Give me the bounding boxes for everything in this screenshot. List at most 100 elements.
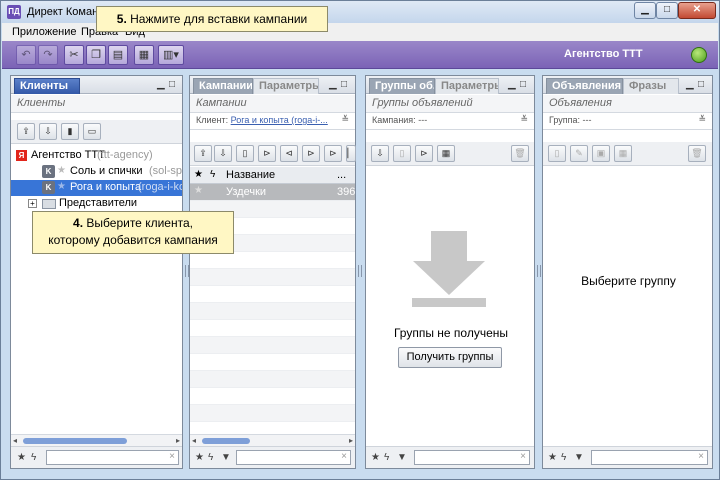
column-extra[interactable]: ... bbox=[337, 169, 346, 181]
table-ad-button[interactable]: ▦ bbox=[614, 145, 632, 162]
delete-ad-button[interactable]: 🗑 bbox=[688, 145, 706, 162]
pane-minimize-icon[interactable]: ▁ bbox=[329, 79, 337, 90]
client-filter-row[interactable]: Клиент: Рога и копыта (roga-i-... ≚ bbox=[190, 113, 355, 130]
lightning-filter-icon[interactable]: ϟ bbox=[561, 452, 566, 463]
tree-folder-row[interactable]: + Представители bbox=[11, 196, 182, 212]
star-filter-icon[interactable]: ★ bbox=[371, 452, 380, 463]
star-icon[interactable]: ★ bbox=[57, 181, 66, 192]
cut-button[interactable]: ✂ bbox=[64, 45, 84, 65]
money-button[interactable]: ▭ bbox=[83, 123, 101, 140]
document-icon: ▯ bbox=[242, 148, 248, 158]
clear-icon[interactable]: × bbox=[341, 451, 347, 462]
new-campaign-button[interactable]: ▯ bbox=[236, 145, 254, 162]
archive-campaign-button[interactable]: ⊳ bbox=[302, 145, 320, 162]
tree-client-row[interactable]: K ★ Соль и спички (sol-spichki) bbox=[11, 164, 182, 180]
download-group-button[interactable]: ⇩ bbox=[371, 145, 389, 162]
star-filter-icon[interactable]: ★ bbox=[17, 452, 26, 463]
ads-search-input[interactable]: × bbox=[591, 450, 708, 465]
minimize-button[interactable]: ▁ bbox=[634, 2, 656, 19]
scroll-left-icon[interactable]: ◂ bbox=[13, 436, 17, 445]
clear-icon[interactable]: × bbox=[169, 451, 175, 462]
get-groups-button[interactable]: Получить группы bbox=[398, 347, 502, 368]
star-filter-icon[interactable]: ★ bbox=[195, 452, 204, 463]
upload-client-button[interactable]: ⇪ bbox=[17, 123, 35, 140]
new-group-button[interactable]: ▯ bbox=[393, 145, 411, 162]
pane-maximize-icon[interactable]: □ bbox=[169, 79, 175, 90]
splitter[interactable] bbox=[356, 75, 362, 469]
group-filter-row[interactable]: Группа: --- ≚ bbox=[543, 113, 712, 130]
unarchive-campaign-button[interactable]: ⊳ bbox=[324, 145, 342, 162]
download-client-button[interactable]: ⇩ bbox=[39, 123, 57, 140]
pane-maximize-icon[interactable]: □ bbox=[341, 79, 347, 90]
collapse-icon[interactable]: ≚ bbox=[341, 114, 349, 125]
pane-minimize-icon[interactable]: ▁ bbox=[157, 79, 165, 90]
stats-button[interactable]: ▮ bbox=[61, 123, 79, 140]
funnel-filter-icon[interactable]: ▼ bbox=[574, 452, 584, 463]
campaigns-hscroll[interactable]: ◂ ▸ bbox=[190, 434, 355, 446]
scroll-left-icon[interactable]: ◂ bbox=[192, 436, 196, 445]
more-button[interactable]: ▏ bbox=[346, 145, 356, 162]
lightning-filter-icon[interactable]: ϟ bbox=[208, 452, 213, 463]
tree-client-row-selected[interactable]: K ★ Рога и копыта (roga-i-kopyta) bbox=[11, 180, 182, 196]
clients-hscroll[interactable]: ◂ ▸ bbox=[11, 434, 182, 446]
tree-agency-row[interactable]: Я Агентство ТТТ (ttt-agency) bbox=[11, 148, 182, 164]
stop-campaign-button[interactable]: ⊲ bbox=[280, 145, 298, 162]
copy-button[interactable]: ❐ bbox=[86, 45, 106, 65]
pane-maximize-icon[interactable]: □ bbox=[520, 79, 526, 90]
table-group-button[interactable]: ▦ bbox=[437, 145, 455, 162]
table-row[interactable]: ★ Уздечки 396 bbox=[190, 184, 355, 201]
tab-parameters[interactable]: Параметры bbox=[435, 78, 499, 94]
close-button[interactable]: ✕ bbox=[678, 2, 716, 19]
clear-icon[interactable]: × bbox=[520, 451, 526, 462]
play-group-button[interactable]: ⊳ bbox=[415, 145, 433, 162]
clear-icon[interactable]: × bbox=[698, 451, 704, 462]
collapse-icon[interactable]: ≚ bbox=[520, 114, 528, 125]
scroll-thumb[interactable] bbox=[202, 438, 250, 444]
groups-search-input[interactable]: × bbox=[414, 450, 530, 465]
tab-campaigns[interactable]: Кампании bbox=[193, 78, 253, 94]
lightning-column-icon[interactable]: ϟ bbox=[210, 169, 215, 180]
filter-value[interactable]: Рога и копыта (roga-i-... bbox=[231, 115, 328, 125]
redo-button[interactable]: ↷ bbox=[38, 45, 58, 65]
scroll-right-icon[interactable]: ▸ bbox=[176, 436, 180, 445]
tab-ads[interactable]: Объявления bbox=[546, 78, 623, 94]
star-icon[interactable]: ★ bbox=[57, 165, 66, 176]
pane-minimize-icon[interactable]: ▁ bbox=[686, 79, 694, 90]
upload-campaign-button[interactable]: ⇪ bbox=[194, 145, 212, 162]
delete-group-button[interactable]: 🗑 bbox=[511, 145, 529, 162]
lightning-filter-icon[interactable]: ϟ bbox=[384, 452, 389, 463]
pane-minimize-icon[interactable]: ▁ bbox=[508, 79, 516, 90]
tab-parameters[interactable]: Параметры bbox=[253, 78, 319, 94]
pane-maximize-icon[interactable]: □ bbox=[698, 79, 704, 90]
star-filter-icon[interactable]: ★ bbox=[548, 452, 557, 463]
star-column-icon[interactable]: ★ bbox=[194, 169, 203, 180]
campaigns-search-input[interactable]: × bbox=[236, 450, 351, 465]
clients-search-input[interactable]: × bbox=[46, 450, 179, 465]
scroll-thumb[interactable] bbox=[23, 438, 127, 444]
splitter[interactable] bbox=[535, 75, 541, 469]
layout-dropdown-button[interactable]: ▥▾ bbox=[158, 45, 184, 65]
star-icon[interactable]: ★ bbox=[194, 185, 203, 196]
funnel-filter-icon[interactable]: ▼ bbox=[221, 452, 231, 463]
start-campaign-button[interactable]: ⊳ bbox=[258, 145, 276, 162]
image-ad-button[interactable]: ▣ bbox=[592, 145, 610, 162]
maximize-button[interactable]: □ bbox=[656, 2, 678, 19]
collapse-icon[interactable]: ≚ bbox=[698, 114, 706, 125]
tab-phrases[interactable]: Фразы bbox=[623, 78, 679, 94]
lightning-filter-icon[interactable]: ϟ bbox=[31, 452, 36, 463]
tab-clients[interactable]: Клиенты bbox=[14, 78, 80, 94]
menu-application[interactable]: Приложение bbox=[12, 26, 77, 38]
expand-icon[interactable]: + bbox=[28, 199, 37, 208]
table-view-button[interactable]: ▦ bbox=[134, 45, 154, 65]
campaign-filter-row[interactable]: Кампания: --- ≚ bbox=[366, 113, 534, 130]
paste-button[interactable]: ▤ bbox=[108, 45, 128, 65]
connection-status-icon[interactable] bbox=[691, 47, 707, 63]
tab-ad-groups[interactable]: Группы об... bbox=[369, 78, 435, 94]
undo-button[interactable]: ↶ bbox=[16, 45, 36, 65]
scroll-right-icon[interactable]: ▸ bbox=[349, 436, 353, 445]
column-name[interactable]: Название bbox=[226, 169, 275, 181]
new-ad-button[interactable]: ▯ bbox=[548, 145, 566, 162]
edit-ad-button[interactable]: ✎ bbox=[570, 145, 588, 162]
download-campaign-button[interactable]: ⇩ bbox=[214, 145, 232, 162]
funnel-filter-icon[interactable]: ▼ bbox=[397, 452, 407, 463]
